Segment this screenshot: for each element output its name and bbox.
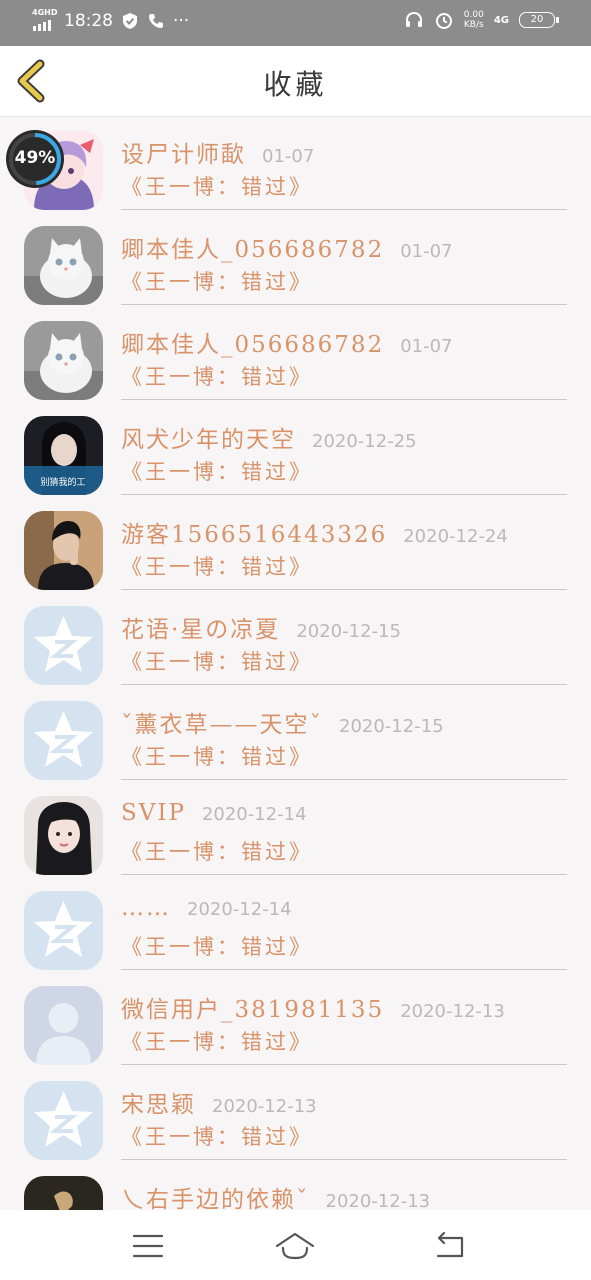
date: 2020-12-15	[296, 621, 401, 642]
home-button[interactable]	[273, 1226, 317, 1266]
user-name: 游客1566516443326	[121, 522, 388, 548]
battery-icon: 20	[519, 12, 559, 28]
user-name: 宋思颖	[121, 1092, 196, 1118]
song-title: 《王一博：错过》	[121, 840, 313, 864]
date: 2020-12-24	[403, 526, 508, 547]
list-item[interactable]: 宋思颖 2020-12-13 《王一博：错过》	[0, 1067, 591, 1162]
list-item[interactable]: 设尸计师歃 01-07 《王一博：错过》	[0, 117, 591, 212]
divider	[121, 1064, 567, 1065]
menu-icon	[132, 1234, 164, 1258]
date: 2020-12-15	[339, 716, 444, 737]
song-title: 《王一博：错过》	[121, 1030, 313, 1054]
avatar	[24, 986, 103, 1065]
user-name: ……	[121, 895, 171, 921]
list-item[interactable]: 卿本佳人_056686782 01-07 《王一博：错过》	[0, 307, 591, 402]
song-title: 《王一博：错过》	[121, 555, 313, 579]
divider	[121, 304, 567, 305]
network-speed: 0.00 KB/s	[463, 10, 484, 30]
header: 收藏	[0, 46, 591, 117]
svg-text:别猜我的工: 别猜我的工	[40, 476, 85, 488]
avatar	[24, 511, 103, 590]
favorites-list: 设尸计师歃 01-07 《王一博：错过》 卿本佳人_056686782 01-0…	[0, 117, 591, 1257]
divider	[121, 1159, 567, 1160]
user-name: 卿本佳人_056686782	[121, 332, 385, 358]
song-title: 《王一博：错过》	[121, 365, 313, 389]
user-name: SVIP	[121, 800, 186, 826]
user-name: 乀右手边的依赖ˇ	[121, 1187, 310, 1213]
avatar	[24, 891, 103, 970]
list-item[interactable]: 别猜我的工 风犬少年的天空 2020-12-25 《王一博：错过》	[0, 402, 591, 497]
status-bar: 4GHD 18:28 ··· 0.00 KB/s 4G 20	[0, 0, 591, 46]
date: 2020-12-13	[325, 1191, 431, 1212]
date: 2020-12-25	[312, 431, 417, 452]
signal-4g-icon: 4G	[493, 14, 509, 26]
date: 01-07	[400, 241, 453, 262]
list-item[interactable]: ˇ薰衣草——天空ˇ 2020-12-15 《王一博：错过》	[0, 687, 591, 782]
phone-icon	[149, 14, 163, 28]
menu-button[interactable]	[126, 1226, 170, 1266]
user-name: 卿本佳人_056686782	[121, 237, 385, 263]
avatar	[24, 796, 103, 875]
avatar: 别猜我的工	[24, 416, 103, 495]
divider	[121, 874, 567, 875]
song-title: 《王一博：错过》	[121, 650, 313, 674]
list-item[interactable]: …… 2020-12-14 《王一博：错过》	[0, 877, 591, 972]
list-item[interactable]: 花语·星の凉夏 2020-12-15 《王一博：错过》	[0, 592, 591, 687]
avatar	[24, 1081, 103, 1160]
user-name: ˇ薰衣草——天空ˇ	[121, 712, 323, 738]
user-name: 花语·星の凉夏	[121, 617, 281, 643]
song-title: 《王一博：错过》	[121, 460, 313, 484]
progress-text: 49%	[14, 148, 56, 168]
vpn-shield-icon	[123, 13, 137, 29]
date: 2020-12-14	[187, 899, 292, 920]
song-title: 《王一博：错过》	[121, 270, 313, 294]
list-item[interactable]: SVIP 2020-12-14 《王一博：错过》	[0, 782, 591, 877]
list-item[interactable]: 游客1566516443326 2020-12-24 《王一博：错过》	[0, 497, 591, 592]
divider	[121, 589, 567, 590]
back-icon	[436, 1231, 464, 1258]
user-name: 微信用户_381981135	[121, 997, 385, 1023]
divider	[121, 969, 567, 970]
avatar	[24, 606, 103, 685]
song-title: 《王一博：错过》	[121, 1125, 313, 1149]
divider	[121, 209, 567, 210]
page-title: 收藏	[263, 68, 328, 101]
date: 2020-12-13	[400, 1001, 505, 1022]
back-nav-button[interactable]	[428, 1226, 472, 1266]
divider	[121, 684, 567, 685]
more-notifications-icon: ···	[173, 11, 190, 31]
song-title: 《王一博：错过》	[121, 175, 313, 199]
date: 2020-12-14	[201, 804, 307, 825]
cellular-signal-icon: 4GHD	[32, 8, 57, 32]
divider	[121, 399, 567, 400]
list-item[interactable]: 微信用户_381981135 2020-12-13 《王一博：错过》	[0, 972, 591, 1067]
list-item[interactable]: 卿本佳人_056686782 01-07 《王一博：错过》	[0, 212, 591, 307]
song-title: 《王一博：错过》	[121, 745, 313, 769]
divider	[121, 779, 567, 780]
headphones-icon	[405, 11, 422, 27]
clock: 18:28	[64, 11, 113, 31]
alarm-icon	[435, 13, 452, 29]
progress-badge[interactable]: 49%	[6, 130, 64, 188]
date: 2020-12-13	[212, 1096, 317, 1117]
user-name: 设尸计师歃	[121, 142, 246, 168]
avatar	[24, 321, 103, 400]
home-icon	[275, 1232, 315, 1260]
avatar	[24, 226, 103, 305]
date: 01-07	[400, 336, 453, 357]
song-title: 《王一博：错过》	[121, 935, 313, 959]
divider	[121, 494, 567, 495]
avatar	[24, 701, 103, 780]
date: 01-07	[262, 146, 315, 167]
navigation-bar	[0, 1210, 591, 1280]
user-name: 风犬少年的天空	[121, 427, 296, 453]
